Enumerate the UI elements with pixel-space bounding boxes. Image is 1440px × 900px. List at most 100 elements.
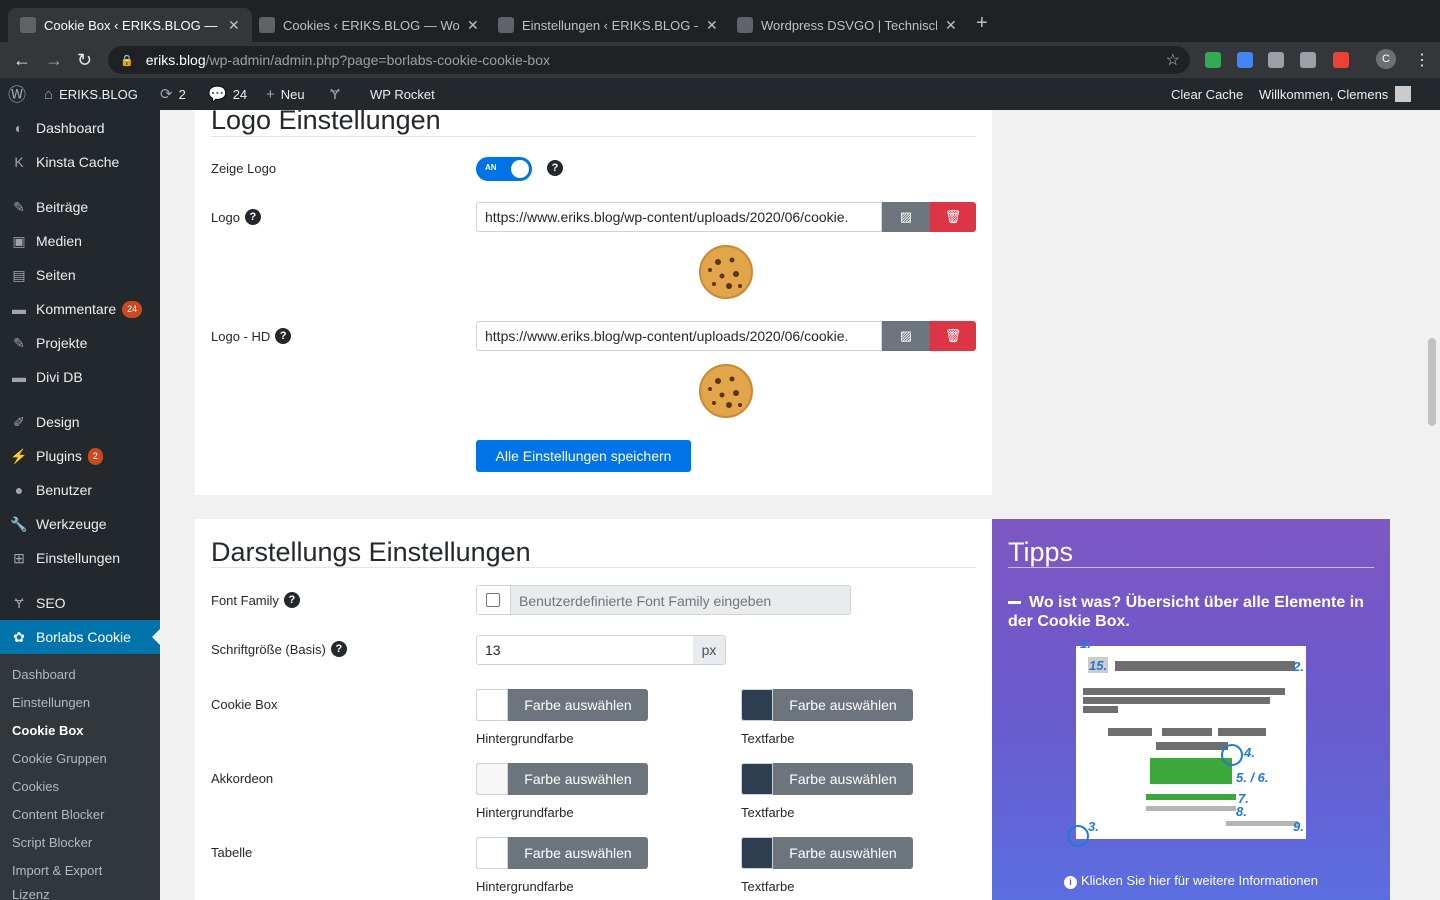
font-size-unit: px <box>693 635 726 665</box>
sidebar-item-label: Projekte <box>36 335 88 351</box>
font-size-label-text: Schriftgröße (Basis) <box>211 641 326 657</box>
submenu-item-cookie-box[interactable]: Cookie Box <box>12 723 84 738</box>
scrollbar-thumb[interactable] <box>1428 338 1436 426</box>
browser-tab[interactable]: Cookie Box ‹ ERIKS.BLOG — W ✕ <box>8 8 252 42</box>
profile-avatar[interactable]: C <box>1376 49 1396 69</box>
forward-icon[interactable]: → <box>45 50 63 70</box>
sidebar-item-users[interactable]: ● Benutzer <box>0 473 160 507</box>
help-icon[interactable]: ? <box>283 592 300 608</box>
dashboard-icon: ◐ <box>14 120 24 136</box>
tips-divider <box>1008 567 1374 568</box>
more-info-link[interactable]: i Klicken Sie hier für weitere Informatio… <box>992 873 1390 889</box>
extension-icon[interactable] <box>1300 52 1316 68</box>
table-bg-color-picker[interactable]: Farbe auswählen <box>476 837 648 869</box>
sidebar-item-seo[interactable]: Ɏ SEO <box>0 586 160 620</box>
help-icon[interactable]: ? <box>244 209 261 225</box>
translate-extension-icon[interactable] <box>1237 52 1253 68</box>
submenu-item-script-blocker[interactable]: Script Blocker <box>12 835 92 850</box>
sidebar-item-pages[interactable]: ▤ Seiten <box>0 258 160 292</box>
logo-hd-url-input[interactable]: https://www.eriks.blog/wp-content/upload… <box>476 321 882 351</box>
sidebar-item-label: Werkzeuge <box>36 516 107 532</box>
reload-icon[interactable]: ↻ <box>77 50 92 70</box>
show-logo-toggle[interactable]: AN <box>476 157 532 181</box>
extension-icon[interactable] <box>1268 52 1284 68</box>
color-picker-label: Farbe auswählen <box>789 697 897 713</box>
sidebar-item-divi-db[interactable]: ▬ Divi DB <box>0 360 160 394</box>
tab-title: Einstellungen ‹ ERIKS.BLOG — <box>522 17 698 33</box>
sidebar-item-settings[interactable]: ⊞ Einstellungen <box>0 541 160 575</box>
logo-url-input[interactable]: https://www.eriks.blog/wp-content/upload… <box>476 202 882 232</box>
accordion-color-label: Akkordeon <box>211 771 274 786</box>
sidebar-item-tools[interactable]: 🔧 Werkzeuge <box>0 507 160 541</box>
accordion-bg-color-picker[interactable]: Farbe auswählen <box>476 763 648 795</box>
plus-icon: + <box>266 85 275 103</box>
close-icon[interactable]: ✕ <box>945 17 957 34</box>
table-text-color-picker[interactable]: Farbe auswählen <box>741 837 913 869</box>
logo-settings-panel: Logo Einstellungen Zeige Logo AN ? Logo … <box>195 105 992 495</box>
tips-question[interactable]: Wo ist was? Übersicht über alle Elemente… <box>1008 593 1374 631</box>
clear-cache-link[interactable]: Clear Cache <box>1171 78 1243 110</box>
close-icon[interactable]: ✕ <box>706 17 718 34</box>
sidebar-item-posts[interactable]: ✎ Beiträge <box>0 190 160 224</box>
sidebar-item-projects[interactable]: ✎ Projekte <box>0 326 160 360</box>
select-image-button[interactable]: ▨ <box>882 321 930 351</box>
shield-extension-icon[interactable] <box>1205 52 1221 68</box>
accordion-text-color-picker[interactable]: Farbe auswählen <box>741 763 913 795</box>
new-tab-icon[interactable]: + <box>976 12 988 35</box>
cookie-box-bg-color-picker[interactable]: Farbe auswählen <box>476 689 648 721</box>
sidebar-item-comments[interactable]: ▬ Kommentare 24 <box>0 292 160 326</box>
home-icon: ⌂ <box>44 85 54 103</box>
submenu-item-import-export[interactable]: Import & Export <box>12 863 102 878</box>
submenu-item-settings[interactable]: Einstellungen <box>12 695 90 710</box>
logo-hd-label-text: Logo - HD <box>211 328 271 344</box>
tips-question-suffix: . <box>1125 613 1130 630</box>
sidebar-item-media[interactable]: ▣ Medien <box>0 224 160 258</box>
close-icon[interactable]: ✕ <box>228 17 240 34</box>
pin-icon: ✎ <box>13 198 25 215</box>
site-name-link[interactable]: ⌂ ERIKS.BLOG <box>44 78 138 110</box>
page-icon: ▤ <box>12 266 26 283</box>
text-color-caption: Textfarbe <box>741 731 795 746</box>
sidebar-item-design[interactable]: ✐ Design <box>0 405 160 439</box>
save-all-settings-button[interactable]: Alle Einstellungen speichern <box>476 440 691 472</box>
more-menu-icon[interactable]: ⋮ <box>1414 50 1430 70</box>
browser-tab[interactable]: Cookies ‹ ERIKS.BLOG — Word ✕ <box>247 8 491 42</box>
help-icon[interactable]: ? <box>275 328 292 344</box>
font-family-input[interactable]: Benutzerdefinierte Font Family eingeben <box>519 593 771 609</box>
submenu-item-cookie-groups[interactable]: Cookie Gruppen <box>12 751 107 766</box>
font-family-checkbox[interactable] <box>486 593 500 607</box>
wordpress-logo-icon[interactable]: Ⓦ <box>8 78 32 110</box>
color-swatch <box>476 689 508 721</box>
yoast-icon: Ɏ <box>14 595 24 611</box>
sidebar-item-borlabs-cookie[interactable]: ✿ Borlabs Cookie <box>0 620 160 654</box>
sidebar-item-kinsta-cache[interactable]: K Kinsta Cache <box>0 145 160 179</box>
browser-tab[interactable]: Wordpress DSVGO | Technisch ✕ <box>725 8 969 42</box>
address-bar[interactable]: 🔒 eriks.blog/wp-admin/admin.php?page=bor… <box>108 46 1190 74</box>
sidebar-item-dashboard[interactable]: ◐ Dashboard <box>0 111 160 145</box>
cookie-box-text-color-picker[interactable]: Farbe auswählen <box>741 689 913 721</box>
font-size-input[interactable]: 13 <box>476 635 694 665</box>
help-icon[interactable]: ? <box>547 160 563 176</box>
browser-tab[interactable]: Einstellungen ‹ ERIKS.BLOG — ✕ <box>486 8 730 42</box>
help-icon[interactable]: ? <box>330 641 347 657</box>
font-size-label: Schriftgröße (Basis) ? <box>211 641 347 657</box>
submenu-item-cookies[interactable]: Cookies <box>12 779 59 794</box>
sidebar-item-label: Design <box>36 414 80 430</box>
close-icon[interactable]: ✕ <box>467 17 479 34</box>
updates-link[interactable]: ⟳ 2 <box>160 78 186 110</box>
submenu-item-dashboard[interactable]: Dashboard <box>12 667 76 682</box>
submenu-item-content-blocker[interactable]: Content Blocker <box>12 807 105 822</box>
wordpress-favicon-icon <box>259 17 275 33</box>
delete-logo-hd-button[interactable]: 🗑 <box>930 321 976 351</box>
sidebar-item-plugins[interactable]: ⚡ Plugins 2 <box>0 439 160 473</box>
bookmark-star-icon[interactable]: ☆ <box>1166 50 1180 70</box>
submenu-item-license[interactable]: Lizenz <box>12 887 50 900</box>
select-image-button[interactable]: ▨ <box>882 202 930 232</box>
extension-icon[interactable] <box>1333 52 1349 68</box>
account-link[interactable]: Willkommen, Clemens <box>1259 78 1412 110</box>
delete-logo-button[interactable]: 🗑 <box>930 202 976 232</box>
plug-icon: ⚡ <box>10 447 28 464</box>
bg-color-caption: Hintergrundfarbe <box>476 805 574 820</box>
back-icon[interactable]: ← <box>13 50 31 70</box>
page-scrollbar[interactable] <box>1425 110 1440 900</box>
